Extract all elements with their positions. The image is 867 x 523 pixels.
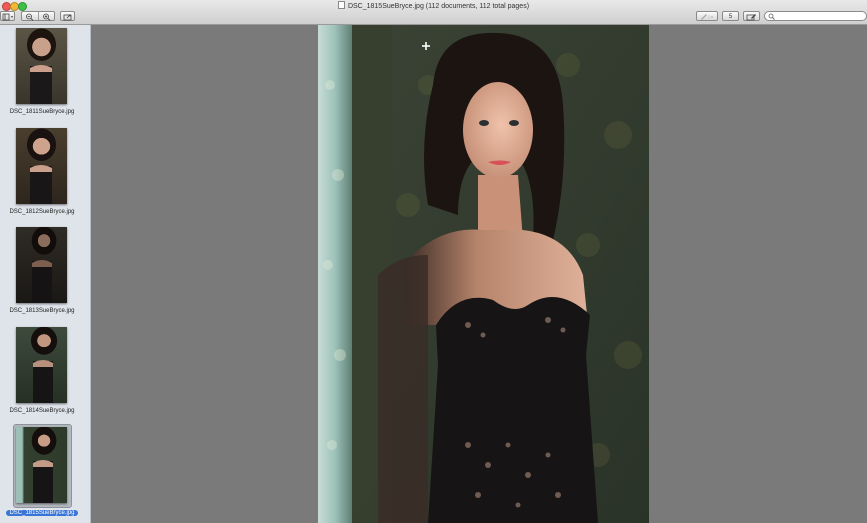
sidebar-view-icon [2, 13, 13, 21]
page-number: 5 [728, 14, 733, 20]
thumbnail-label: DSC_1812SueBryce.jpg [9, 209, 75, 215]
photo-thumbnail [16, 427, 67, 503]
title-bar: DSC_1815SueBryce.jpg (112 documents, 112… [0, 0, 867, 25]
portrait-photo [318, 25, 649, 523]
view-menu-button[interactable] [0, 11, 15, 21]
thumbnail-label: DSC_1811SueBryce.jpg [9, 109, 75, 115]
thumbnail-sidebar[interactable]: DSC_1811SueBryce.jpg DSC_1812SueBryce.jp… [0, 25, 91, 523]
thumbnail-label: DSC_1814SueBryce.jpg [9, 408, 75, 414]
photo-thumbnail [16, 327, 67, 403]
zoom-out-icon[interactable] [25, 13, 35, 21]
search-field[interactable] [764, 11, 867, 21]
photo-thumbnail [16, 227, 67, 303]
search-icon [768, 13, 775, 20]
document-icon [337, 1, 345, 9]
preview-window: DSC_1815SueBryce.jpg (112 documents, 112… [0, 0, 867, 523]
page-number-field[interactable]: 5 [722, 11, 739, 21]
photo-thumbnail [16, 28, 67, 104]
share-icon [63, 14, 72, 21]
search-input[interactable] [775, 12, 863, 20]
thumbnail-label-selected: DSC_1815SueBryce.jpg [0, 509, 84, 517]
photo-thumbnail [16, 128, 67, 204]
zoom-control [21, 11, 55, 21]
thumbnail-label: DSC_1813SueBryce.jpg [9, 308, 75, 314]
share-button[interactable] [60, 11, 75, 21]
edit-toolbar-icon [746, 14, 756, 21]
window-title: DSC_1815SueBryce.jpg (112 documents, 112… [347, 3, 530, 10]
zoom-in-icon[interactable] [42, 13, 52, 21]
annotate-button[interactable] [696, 11, 718, 21]
main-image-view[interactable] [318, 25, 649, 523]
pen-icon [701, 14, 713, 20]
edit-toolbar-button[interactable] [743, 11, 760, 21]
crosshair-cursor-icon [422, 42, 430, 50]
window-title-wrap: DSC_1815SueBryce.jpg (112 documents, 112… [0, 1, 867, 11]
